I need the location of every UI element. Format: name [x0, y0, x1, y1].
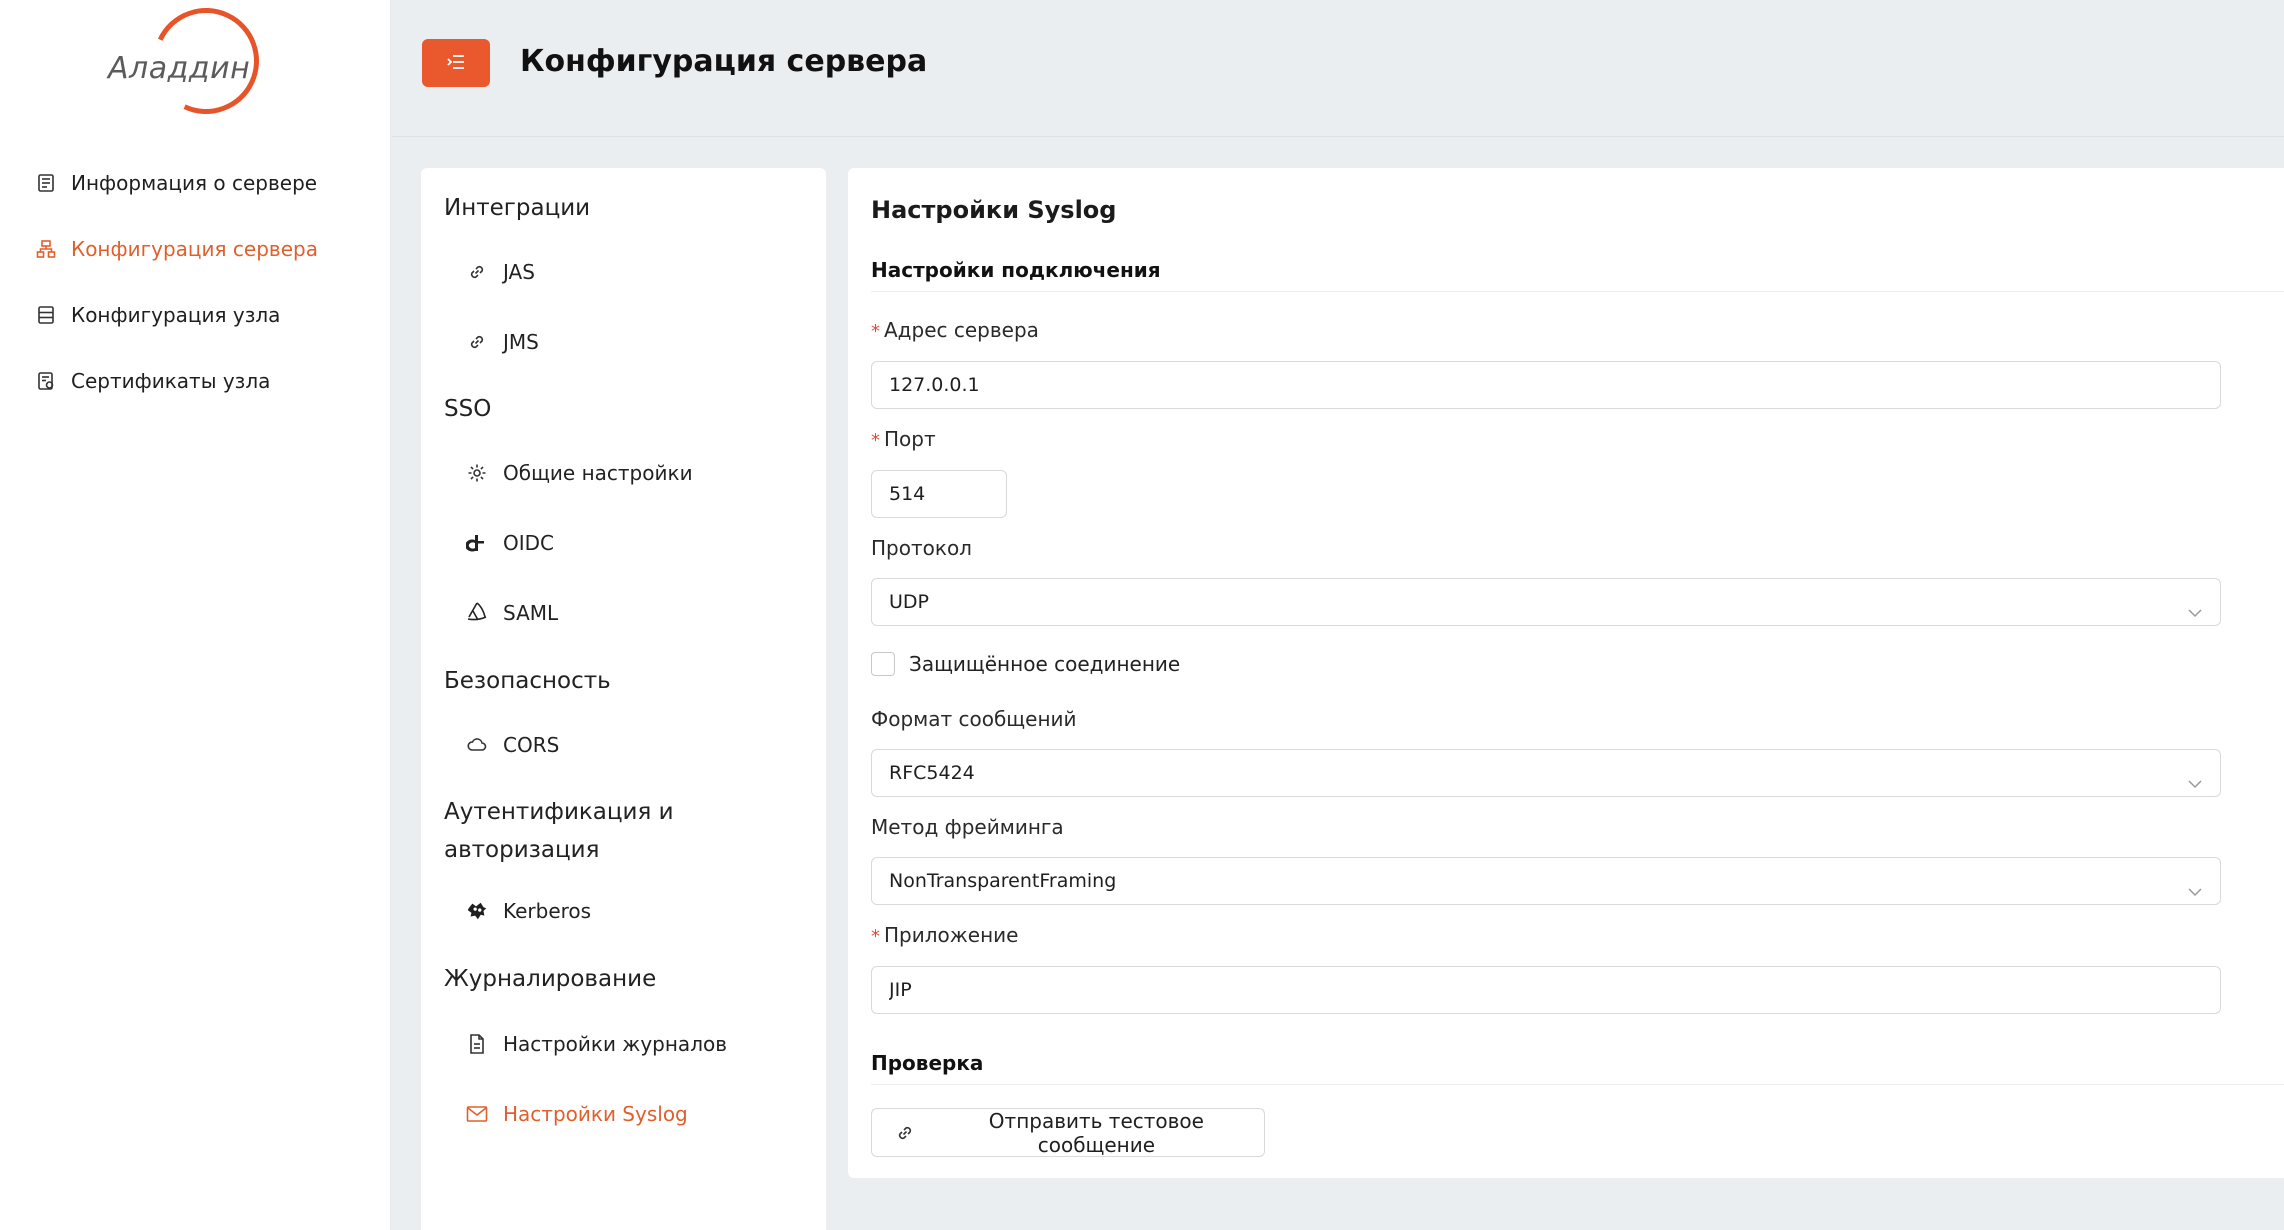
- server-info-icon: [35, 172, 57, 194]
- menu-item-saml[interactable]: SAML: [465, 593, 558, 633]
- menu-item-syslog-settings[interactable]: Настройки Syslog: [465, 1094, 688, 1134]
- chevron-down-icon: [2186, 872, 2204, 897]
- application-label: * Приложение: [871, 923, 1019, 947]
- chevron-down-icon: [2186, 764, 2204, 789]
- mail-icon: [465, 1102, 489, 1126]
- message-format-label: Формат сообщений: [871, 707, 1077, 731]
- syslog-settings-card: Настройки Syslog Настройки подключения *…: [848, 168, 2284, 1178]
- secure-connection-label: Защищённое соединение: [909, 652, 1181, 676]
- cloud-icon: [465, 733, 489, 757]
- link-icon: [465, 330, 489, 354]
- required-marker: *: [871, 321, 880, 342]
- framing-method-select[interactable]: NonTransparentFraming: [871, 857, 2221, 905]
- section-divider: [871, 291, 2284, 292]
- group-title-security: Безопасность: [444, 668, 611, 694]
- group-title-sso: SSO: [444, 396, 492, 422]
- group-title-auth-line2: авторизация: [444, 837, 600, 863]
- sidebar-item-label: Сертификаты узла: [71, 369, 271, 393]
- send-test-message-button[interactable]: Отправить тестовое сообщение: [871, 1108, 1265, 1157]
- sidebar-item-label: Конфигурация сервера: [71, 237, 318, 261]
- sidebar-item-node-certificates[interactable]: Сертификаты узла: [0, 348, 391, 414]
- page-header: Конфигурация сервера: [392, 0, 2284, 137]
- sidebar-item-node-config[interactable]: Конфигурация узла: [0, 282, 391, 348]
- menu-item-label: CORS: [503, 733, 560, 757]
- framing-method-value: NonTransparentFraming: [889, 870, 1117, 892]
- logo-text: Аладдин: [108, 51, 251, 86]
- certificate-icon: [35, 370, 57, 392]
- section-divider: [871, 1084, 2284, 1085]
- secure-connection-checkbox-row[interactable]: Защищённое соединение: [871, 652, 1180, 676]
- menu-item-label: Общие настройки: [503, 461, 693, 485]
- oidc-icon: [465, 531, 489, 555]
- sidebar-item-server-config[interactable]: Конфигурация сервера: [0, 216, 391, 282]
- application-input[interactable]: [871, 966, 2221, 1014]
- port-input[interactable]: [871, 470, 1007, 518]
- message-format-select[interactable]: RFC5424: [871, 749, 2221, 797]
- sidebar: Аладдин Информация о сервере Конфигураци…: [0, 0, 391, 1230]
- server-address-label: * Адрес сервера: [871, 318, 1039, 342]
- framing-method-label: Метод фрейминга: [871, 815, 1064, 839]
- menu-item-kerberos[interactable]: Kerberos: [465, 891, 591, 931]
- protocol-label: Протокол: [871, 536, 972, 560]
- menu-item-log-settings[interactable]: Настройки журналов: [465, 1024, 727, 1064]
- send-test-message-label: Отправить тестовое сообщение: [988, 1108, 1204, 1157]
- menu-fold-icon: [446, 53, 466, 74]
- settings-menu: Интеграции JAS JMS SSO Общие настройки O…: [421, 168, 826, 1230]
- menu-item-label: JMS: [503, 330, 539, 354]
- kerberos-icon: [465, 899, 489, 923]
- section-title-connection: Настройки подключения: [871, 258, 1161, 282]
- menu-item-jas[interactable]: JAS: [465, 252, 535, 292]
- protocol-select[interactable]: UDP: [871, 578, 2221, 626]
- server-address-input[interactable]: [871, 361, 2221, 409]
- group-title-integrations: Интеграции: [444, 195, 591, 221]
- menu-item-label: SAML: [503, 601, 559, 625]
- aladdin-logo[interactable]: Аладдин: [108, 0, 274, 129]
- card-title: Настройки Syslog: [871, 196, 1117, 224]
- link-icon: [465, 260, 489, 284]
- sidebar-nav: Информация о сервере Конфигурация сервер…: [0, 150, 391, 414]
- sitemap-icon: [35, 238, 57, 260]
- section-title-check: Проверка: [871, 1051, 984, 1075]
- sidebar-item-label: Конфигурация узла: [71, 303, 281, 327]
- menu-item-label: OIDC: [503, 531, 555, 555]
- menu-item-label: JAS: [503, 260, 535, 284]
- menu-item-label: Kerberos: [503, 899, 592, 923]
- menu-toggle-button[interactable]: [422, 39, 490, 87]
- protocol-value: UDP: [889, 591, 929, 613]
- secure-connection-checkbox[interactable]: [871, 652, 895, 676]
- required-marker: *: [871, 430, 880, 451]
- chevron-down-icon: [2186, 593, 2204, 618]
- menu-item-general-settings[interactable]: Общие настройки: [465, 453, 693, 493]
- message-format-value: RFC5424: [889, 762, 975, 784]
- saml-icon: [465, 601, 489, 625]
- required-marker: *: [871, 926, 880, 947]
- group-title-logging: Журналирование: [444, 966, 657, 992]
- menu-item-label: Настройки Syslog: [503, 1102, 688, 1126]
- port-label: * Порт: [871, 427, 936, 451]
- file-icon: [465, 1032, 489, 1056]
- gear-icon: [465, 461, 489, 485]
- menu-item-label: Настройки журналов: [503, 1032, 727, 1056]
- page-title: Конфигурация сервера: [520, 44, 928, 79]
- menu-item-jms[interactable]: JMS: [465, 322, 539, 362]
- menu-item-oidc[interactable]: OIDC: [465, 523, 554, 563]
- node-config-icon: [35, 304, 57, 326]
- group-title-auth-line1: Аутентификация и: [444, 799, 674, 825]
- menu-item-cors[interactable]: CORS: [465, 725, 559, 765]
- sidebar-item-label: Информация о сервере: [71, 171, 318, 195]
- link-icon: [895, 1122, 917, 1144]
- sidebar-item-server-info[interactable]: Информация о сервере: [0, 150, 391, 216]
